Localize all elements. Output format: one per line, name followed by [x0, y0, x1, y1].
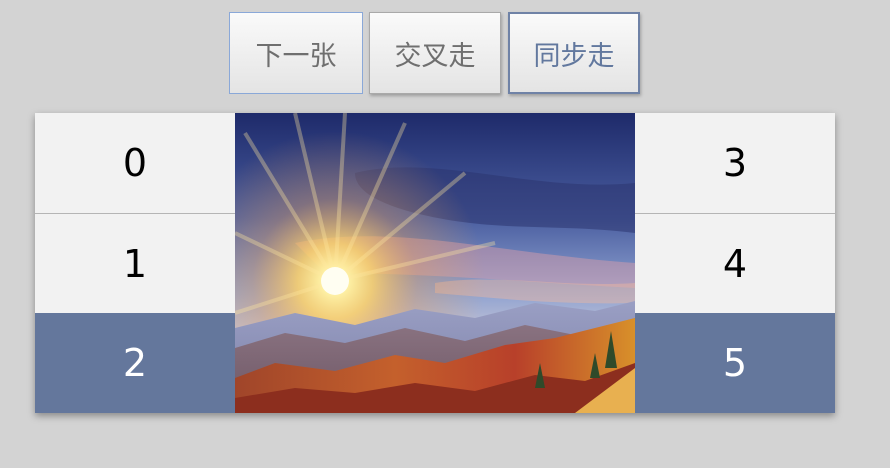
sunrise-mountain-image — [235, 113, 635, 413]
thumb-3[interactable]: 3 — [635, 113, 835, 213]
toolbar: 下一张 交叉走 同步走 — [0, 12, 890, 96]
thumb-2[interactable]: 2 — [35, 313, 235, 413]
sync-walk-button[interactable]: 同步走 — [508, 12, 640, 94]
thumb-5[interactable]: 5 — [635, 313, 835, 413]
thumb-0[interactable]: 0 — [35, 113, 235, 213]
thumb-4[interactable]: 4 — [635, 213, 835, 313]
next-button[interactable]: 下一张 — [229, 12, 363, 94]
left-thumb-column: 0 1 2 — [35, 113, 235, 413]
main-photo — [235, 113, 635, 413]
right-thumb-column: 3 4 5 — [635, 113, 835, 413]
cross-walk-button[interactable]: 交叉走 — [369, 12, 501, 94]
thumb-1[interactable]: 1 — [35, 213, 235, 313]
slideshow-stage: 0 1 2 3 4 5 — [35, 113, 835, 413]
